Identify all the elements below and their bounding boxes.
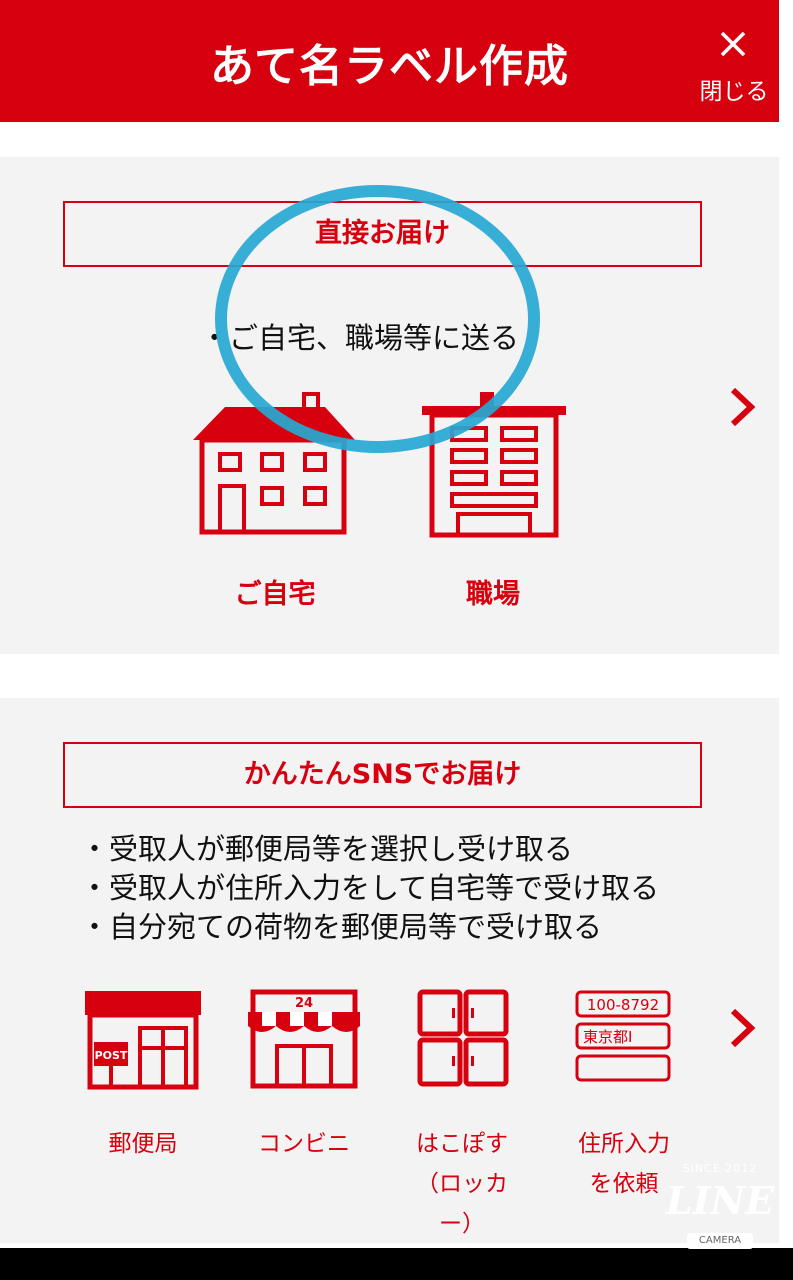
- option-workplace-label: 職場: [466, 579, 520, 610]
- chevron-right-icon[interactable]: [727, 1006, 757, 1050]
- sns-bullet-list: ・受取人が郵便局等を選択し受け取る ・受取人が住所入力をして自宅等で受け取る ・…: [80, 830, 659, 947]
- sns-bullet: ・受取人が住所入力をして自宅等で受け取る: [80, 871, 660, 905]
- option-home[interactable]: ご自宅: [190, 390, 360, 620]
- sns-bullet: ・受取人が郵便局等を選択し受け取る: [80, 832, 574, 866]
- close-icon: [720, 31, 746, 57]
- option-workplace[interactable]: 職場: [418, 390, 568, 620]
- option-address-request-label-line2: を依頼: [589, 1171, 659, 1197]
- close-label: 閉じる: [699, 79, 769, 105]
- address-text: 東京都I: [583, 1028, 632, 1046]
- option-home-label: ご自宅: [234, 579, 316, 610]
- option-address-request-label: 住所入力 を依頼: [566, 1124, 682, 1204]
- close-button[interactable]: 閉じる: [690, 20, 778, 110]
- sns-bullet: ・自分宛ての荷物を郵便局等で受け取る: [80, 910, 603, 944]
- option-post-office[interactable]: POST 郵便局: [82, 988, 204, 1208]
- option-convenience-store-label: コンビニ: [258, 1131, 350, 1157]
- option-convenience-store[interactable]: 24 コンビニ: [245, 988, 363, 1208]
- address-form-icon: 100-8792 東京都I: [575, 990, 671, 1082]
- bottom-bar: [0, 1248, 793, 1280]
- option-locker-label-line1: はこぽす: [416, 1131, 508, 1157]
- sns-delivery-section: かんたんSNSでお届け ・受取人が郵便局等を選択し受け取る ・受取人が住所入力を…: [0, 698, 779, 1243]
- convenience-store-icon: 24: [248, 989, 360, 1089]
- option-locker[interactable]: はこぽす （ロッカー）: [400, 988, 524, 1237]
- locker-icon: [417, 989, 509, 1087]
- direct-delivery-section: 直接お届け ・ご自宅、職場等に送る ご自宅 職場: [0, 157, 779, 654]
- store-sign: 24: [295, 996, 313, 1011]
- direct-delivery-description: ・ご自宅、職場等に送る: [200, 321, 520, 355]
- header-bar: あて名ラベル作成 閉じる: [0, 0, 779, 122]
- office-building-icon: [422, 392, 566, 538]
- direct-delivery-title: 直接お届け: [63, 201, 702, 267]
- house-icon: [193, 392, 355, 535]
- option-address-request[interactable]: 100-8792 東京都I 住所入力 を依頼: [566, 988, 682, 1208]
- post-sign: POST: [95, 1049, 128, 1062]
- postal-code-text: 100-8792: [587, 996, 659, 1014]
- option-address-request-label-line1: 住所入力: [578, 1131, 670, 1157]
- page-title: あて名ラベル作成: [209, 41, 570, 92]
- option-post-office-label: 郵便局: [108, 1131, 178, 1157]
- chevron-right-icon[interactable]: [727, 385, 757, 429]
- sns-delivery-title: かんたんSNSでお届け: [63, 742, 702, 808]
- option-locker-label-line2: （ロッカー）: [416, 1171, 508, 1237]
- post-office-icon: POST: [85, 991, 201, 1090]
- option-locker-label: はこぽす （ロッカー）: [400, 1124, 524, 1244]
